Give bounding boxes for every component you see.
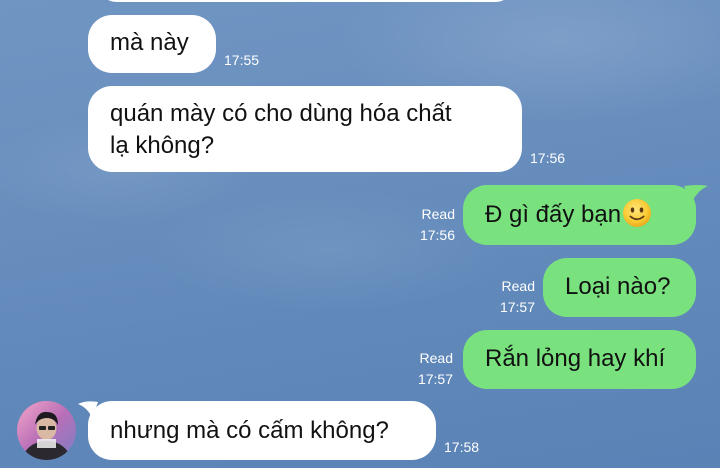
incoming-message-bubble[interactable]: mà này [88,15,216,73]
read-receipt: Read [421,206,455,222]
message-text: mà này [110,29,189,56]
message-text: Loại nào? [565,273,671,300]
message-time: 17:55 [224,52,260,68]
previous-message-bubble[interactable] [100,0,512,2]
read-receipt: Read [419,350,453,366]
message-time: 17:56 [530,150,566,166]
slightly-smiling-face-icon [622,198,652,228]
message-time: 17:56 [419,227,455,243]
bubble-tail [684,185,708,202]
message-time: 17:57 [417,371,453,387]
contact-avatar[interactable] [17,401,76,460]
outgoing-message-bubble[interactable]: Loại nào? [543,258,696,317]
outgoing-message-bubble[interactable]: Đ gì đấy bạn [463,185,696,245]
message-text: Rắn lỏng hay khí [485,345,666,372]
outgoing-message-bubble[interactable]: Rắn lỏng hay khí [463,330,696,389]
bubble-tail [78,401,98,418]
incoming-message-bubble[interactable]: nhưng mà có cấm không? [88,401,436,460]
message-text-line-1: quán mày có cho dùng hóa chất [110,100,452,127]
message-time: 17:57 [499,299,535,315]
read-receipt: Read [501,278,535,294]
message-text: Đ gì đấy bạn [485,201,622,228]
incoming-message-bubble[interactable]: quán mày có cho dùng hóa chất lạ không? [88,86,522,172]
message-time: 17:58 [444,439,480,455]
message-text-line-2: lạ không? [110,132,215,159]
message-text: nhưng mà có cấm không? [110,417,389,444]
